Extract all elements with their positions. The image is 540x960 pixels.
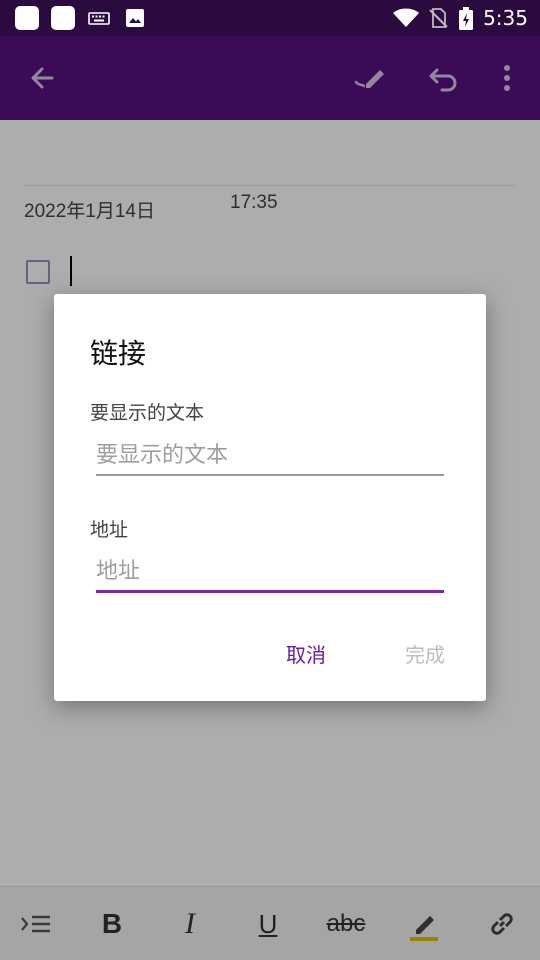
app-icon [51, 6, 75, 30]
no-sim-icon [426, 6, 450, 30]
display-text-input[interactable] [96, 436, 444, 476]
image-icon [123, 6, 147, 30]
display-text-label: 要显示的文本 [90, 402, 205, 424]
cancel-button[interactable]: 取消 [286, 639, 326, 668]
status-bar: 5:35 [0, 0, 540, 36]
battery-icon [456, 6, 476, 30]
status-time: 5:35 [483, 6, 528, 30]
done-button[interactable]: 完成 [405, 639, 445, 668]
app-icon [15, 6, 39, 30]
dialog-title: 链接 [90, 337, 147, 370]
link-dialog: 链接 要显示的文本 地址 取消 完成 [54, 294, 486, 701]
keyboard-icon [87, 6, 111, 30]
wifi-icon [392, 6, 420, 30]
address-label: 地址 [90, 519, 129, 541]
address-input[interactable] [96, 553, 444, 593]
